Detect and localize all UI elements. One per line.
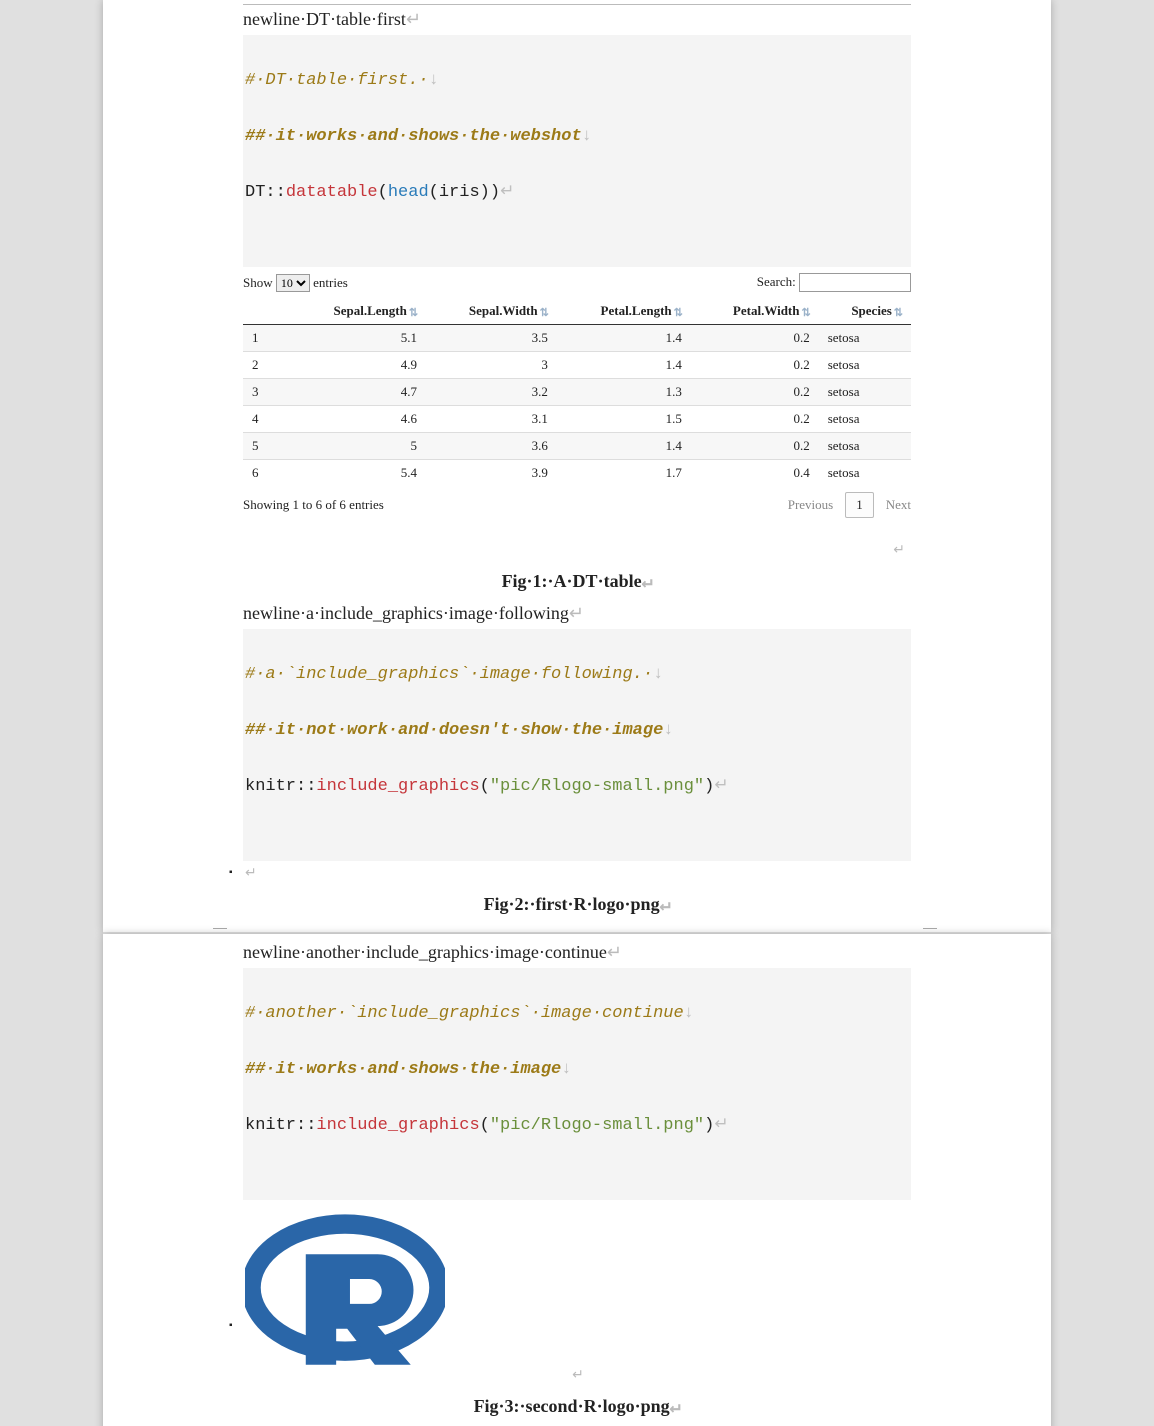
dt-h4[interactable]: Petal.Width⇅	[691, 298, 819, 325]
code2-comment1: #·a·`include_graphics`·image·following.·	[245, 665, 653, 684]
dt-show-post: entries	[313, 275, 348, 290]
code1-call: head	[388, 183, 429, 202]
code3-open: (	[480, 1116, 490, 1135]
body-text-2: newline·a·include_graphics·image·followi…	[243, 599, 911, 629]
code2-fn: include_graphics	[316, 777, 479, 796]
code1-tail: (iris))	[429, 183, 500, 202]
code3-comment1: #·another·`include_graphics`·image·conti…	[245, 1004, 684, 1023]
fig-caption-1: Fig·1:·A·DT·table↵	[243, 559, 911, 599]
fig-caption-3: Fig·3:·second·R·logo·png↵	[243, 1384, 911, 1424]
return-glyph: ↵	[670, 1398, 681, 1418]
dt-header-row: Sepal.Length⇅ Sepal.Width⇅ Petal.Length⇅…	[243, 298, 911, 325]
r-logo-item: ▪ ↵	[243, 1210, 911, 1384]
code1-open: (	[378, 183, 388, 202]
sort-icon: ⇅	[540, 306, 549, 319]
code1-comment1: #·DT·table·first.·	[245, 71, 429, 90]
lf-glyph: ↓	[653, 665, 663, 684]
r-logo-icon	[245, 1210, 445, 1365]
return-glyph: ↵	[245, 866, 257, 882]
sort-icon: ⇅	[894, 306, 903, 319]
dt-search: Search:	[757, 273, 911, 292]
code3-str: "pic/Rlogo-small.png"	[490, 1116, 704, 1135]
dt-show-select[interactable]: 10	[276, 274, 310, 292]
lf-glyph: ↓	[429, 71, 439, 90]
return-glyph: ↵	[607, 944, 622, 964]
table-row: 553.61.40.2setosa	[243, 433, 911, 460]
code2-comment2: ##·it·not·work·and·doesn't·show·the·imag…	[245, 721, 663, 740]
code1-comment2: ##·it·works·and·shows·the·webshot	[245, 127, 582, 146]
sort-icon: ⇅	[409, 306, 418, 319]
dt-page-1[interactable]: 1	[845, 492, 874, 518]
fig-caption-2: Fig·2:·first·R·logo·png↵	[243, 882, 911, 922]
dt-show-pre: Show	[243, 275, 276, 290]
dt-prev[interactable]: Previous	[788, 497, 834, 513]
dt-h3[interactable]: Petal.Length⇅	[557, 298, 691, 325]
missing-image-placeholder: ▪ ↵	[243, 861, 911, 882]
dt-body: 15.13.51.40.2setosa 24.931.40.2setosa 34…	[243, 325, 911, 487]
dt-table: Sepal.Length⇅ Sepal.Width⇅ Petal.Length⇅…	[243, 298, 911, 486]
code1-fn: datatable	[286, 183, 378, 202]
dt-widget: Show 10 entries Search: Sepal.Length⇅	[243, 271, 911, 518]
page-1: newline·DT·table·first↵ #·DT·table·first…	[103, 0, 1051, 932]
table-row: 44.63.11.50.2setosa	[243, 406, 911, 433]
dt-length: Show 10 entries	[243, 274, 348, 292]
lf-glyph: ↓	[684, 1004, 694, 1023]
table-row: 24.931.40.2setosa	[243, 352, 911, 379]
dt-search-input[interactable]	[799, 273, 911, 292]
sort-icon: ⇅	[802, 306, 811, 319]
return-glyph: ↵	[245, 1367, 911, 1384]
body-text-1-content: newline·DT·table·first	[243, 9, 406, 29]
body-text-3: newline·another·include_graphics·image·c…	[243, 938, 911, 968]
return-glyph: ↵	[406, 11, 421, 31]
code2-open: (	[480, 777, 490, 796]
dt-paginate: Previous 1 Next	[788, 492, 911, 518]
dt-search-label: Search:	[757, 274, 799, 289]
dt-h0[interactable]	[243, 298, 289, 325]
code-block-2: #·a·`include_graphics`·image·following.·…	[243, 629, 911, 861]
code2-tail: )	[704, 777, 714, 796]
table-row: 34.73.21.30.2setosa	[243, 379, 911, 406]
code3-ns: knitr::	[245, 1116, 316, 1135]
page-2: newline·another·include_graphics·image·c…	[103, 934, 1051, 1426]
body-text-3-content: newline·another·include_graphics·image·c…	[243, 942, 607, 962]
table-row: 65.43.91.70.4setosa	[243, 460, 911, 487]
code-block-1: #·DT·table·first.·↓ ##·it·works·and·show…	[243, 35, 911, 267]
dt-info: Showing 1 to 6 of 6 entries	[243, 497, 384, 513]
code1-ns: DT::	[245, 183, 286, 202]
return-glyph: ↵	[660, 896, 671, 916]
code3-fn: include_graphics	[316, 1116, 479, 1135]
dt-h2[interactable]: Sepal.Width⇅	[426, 298, 557, 325]
trailing-return: ↵	[243, 518, 911, 559]
code-block-3: #·another·`include_graphics`·image·conti…	[243, 968, 911, 1200]
list-bullet: ▪	[229, 1320, 233, 1331]
body-text-2-content: newline·a·include_graphics·image·followi…	[243, 603, 569, 623]
return-glyph: ↵	[714, 777, 728, 796]
return-glyph: ↵	[500, 183, 514, 202]
table-row: 15.13.51.40.2setosa	[243, 325, 911, 352]
dt-h5[interactable]: Species⇅	[819, 298, 911, 325]
lf-glyph: ↓	[561, 1060, 571, 1079]
return-glyph: ↵	[642, 573, 653, 593]
dt-next[interactable]: Next	[886, 497, 911, 513]
code3-tail: )	[704, 1116, 714, 1135]
dt-h1[interactable]: Sepal.Length⇅	[289, 298, 426, 325]
body-text-1: newline·DT·table·first↵	[243, 4, 911, 35]
return-glyph: ↵	[714, 1116, 728, 1135]
list-bullet: ▪	[229, 867, 233, 878]
lf-glyph: ↓	[663, 721, 673, 740]
lf-glyph: ↓	[582, 127, 592, 146]
sort-icon: ⇅	[674, 306, 683, 319]
return-glyph: ↵	[569, 605, 584, 625]
code2-str: "pic/Rlogo-small.png"	[490, 777, 704, 796]
code2-ns: knitr::	[245, 777, 316, 796]
code3-comment2: ##·it·works·and·shows·the·image	[245, 1060, 561, 1079]
